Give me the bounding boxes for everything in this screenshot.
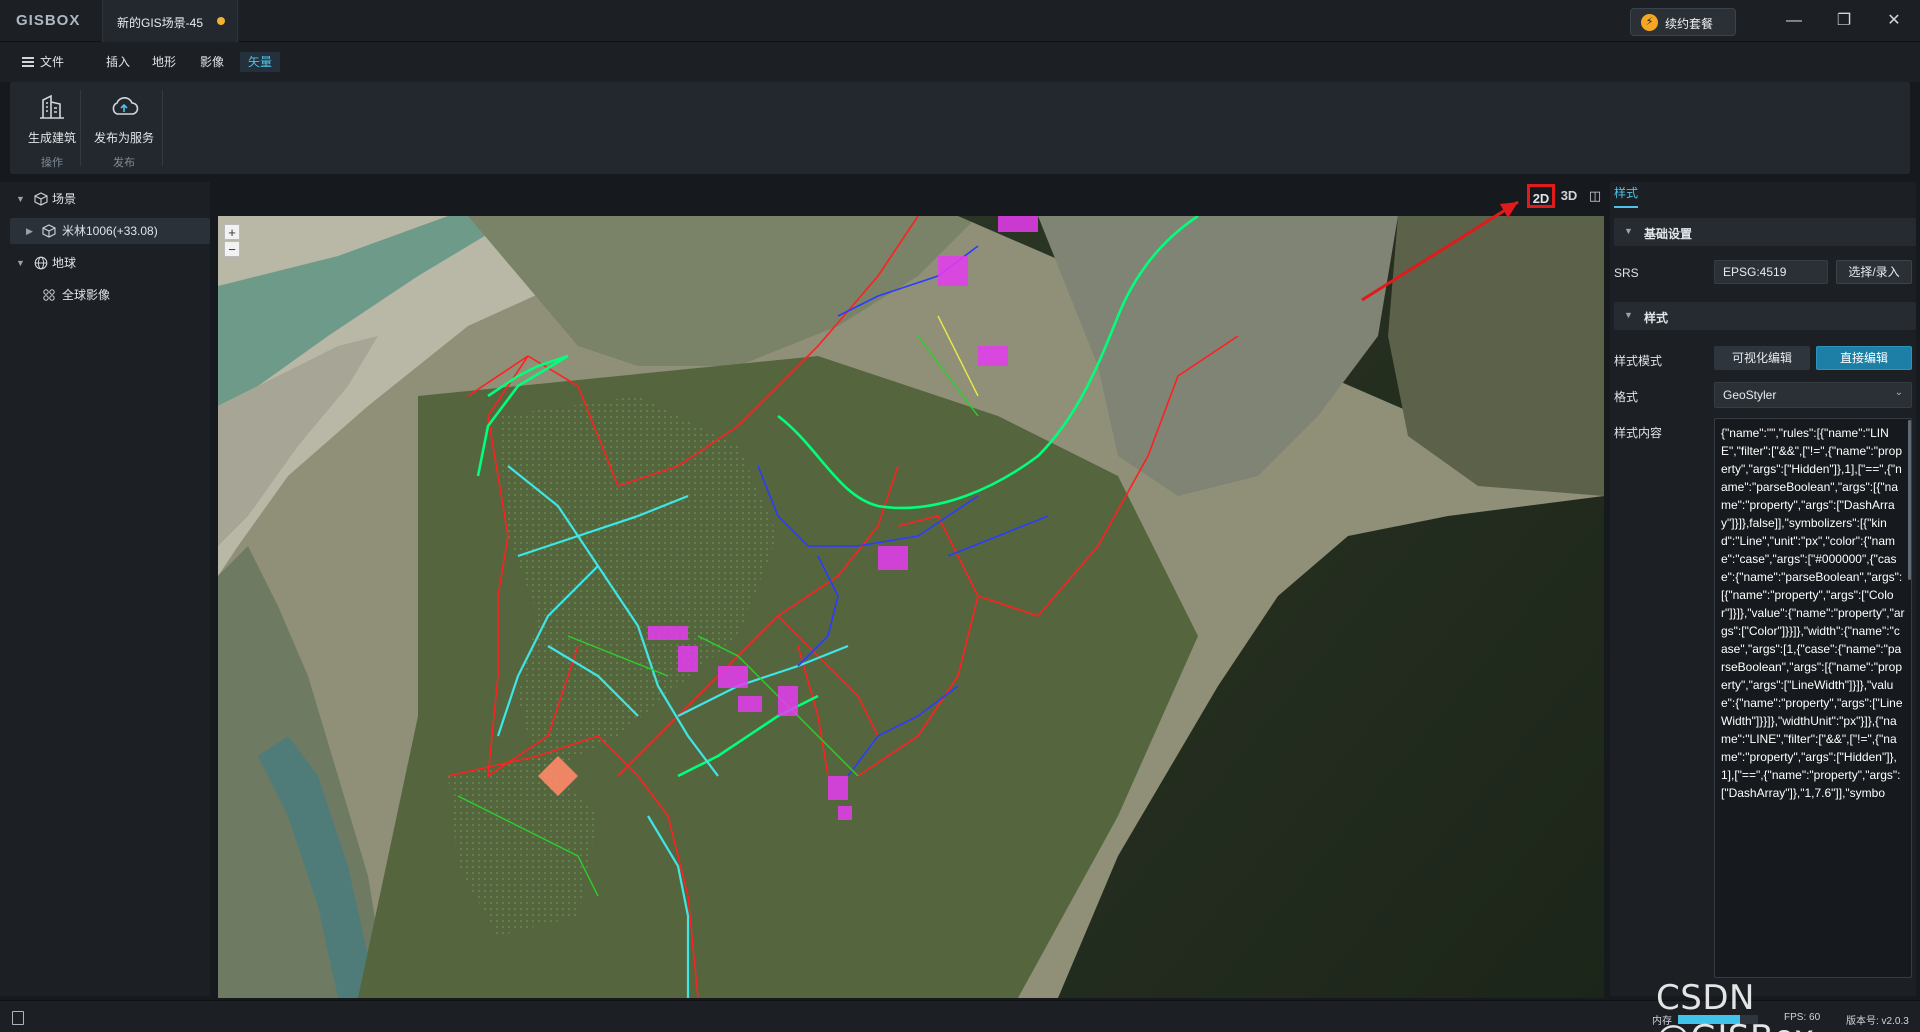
ribbon-divider <box>80 90 81 166</box>
expand-caret-icon[interactable]: ▶ <box>26 218 33 244</box>
expand-caret-icon[interactable]: ▼ <box>16 250 25 276</box>
select-srs-button[interactable]: 选择/录入 <box>1836 260 1912 284</box>
section-basic-settings[interactable]: ▼ 基础设置 <box>1614 218 1916 246</box>
view-split-button[interactable]: ◫ <box>1584 184 1606 208</box>
tree-node-earth[interactable]: ▼ 地球 <box>8 250 208 276</box>
publish-service-button[interactable]: 发布为服务 <box>90 88 158 148</box>
menu-bar: 文件 插入 地形 影像 矢量 <box>0 42 1920 82</box>
format-select-value: GeoStyler <box>1723 388 1777 402</box>
menu-insert[interactable]: 插入 <box>98 52 138 72</box>
menu-terrain[interactable]: 地形 <box>144 52 184 72</box>
title-bar: GISBOX 新的GIS场景-45 ⚡ 续约套餐 — ❐ ✕ <box>0 0 1920 42</box>
tab-style[interactable]: 样式 <box>1614 184 1639 208</box>
ribbon-toolbar: 生成建筑 操作 发布为服务 发布 <box>10 82 1910 174</box>
log-icon[interactable] <box>12 1011 24 1025</box>
generate-building-label: 生成建筑 <box>27 131 76 145</box>
document-tab-label: 新的GIS场景-45 <box>117 16 204 30</box>
menu-vector[interactable]: 矢量 <box>240 52 281 72</box>
srs-label: SRS <box>1614 266 1639 280</box>
close-button[interactable]: ✕ <box>1878 8 1910 34</box>
tree-node-global-imagery[interactable]: 全球影像 <box>8 282 208 308</box>
tree-label-imagery: 全球影像 <box>62 288 111 302</box>
zoom-in-button[interactable]: + <box>224 224 240 240</box>
style-panel: 样式 ▼ 基础设置 SRS EPSG:4519 选择/录入 ▼ 样式 样式模式 … <box>1610 182 1916 996</box>
minimize-button[interactable]: — <box>1778 8 1810 34</box>
tree-node-layer[interactable]: ▶ 米林1006(+33.08) <box>10 218 210 244</box>
zoom-out-button[interactable]: − <box>224 241 240 257</box>
map-canvas <box>218 216 1604 998</box>
view-2d-button[interactable]: 2D <box>1527 184 1555 208</box>
cloud-upload-icon <box>112 97 139 115</box>
cube-icon <box>34 192 48 206</box>
cube-icon <box>42 224 56 238</box>
renew-plan-button[interactable]: ⚡ 续约套餐 <box>1630 8 1736 36</box>
watermark-text: CSDN @GISBox <box>1656 978 1814 1032</box>
srs-field[interactable]: EPSG:4519 <box>1714 260 1828 284</box>
style-content-editor[interactable]: {"name":"","rules":[{"name":"LINE","filt… <box>1714 418 1912 978</box>
generate-building-button[interactable]: 生成建筑 <box>18 88 86 148</box>
style-mode-label: 样式模式 <box>1614 354 1663 368</box>
view-3d-button[interactable]: 3D <box>1558 184 1580 208</box>
section-style-label: 样式 <box>1644 311 1669 325</box>
ribbon-group-operate: 操作 <box>41 157 63 169</box>
collapse-caret-icon: ▼ <box>1624 310 1633 320</box>
unsaved-dot-icon <box>217 17 225 25</box>
section-style[interactable]: ▼ 样式 <box>1614 302 1916 330</box>
menu-file[interactable]: 文件 <box>32 52 72 72</box>
ribbon-divider <box>162 90 163 166</box>
restore-button[interactable]: ❐ <box>1828 8 1860 34</box>
building-icon <box>40 94 64 119</box>
collapse-caret-icon: ▼ <box>1624 226 1633 236</box>
renew-plan-label: 续约套餐 <box>1665 17 1714 31</box>
app-logo: GISBOX <box>16 12 81 29</box>
format-label: 格式 <box>1614 390 1639 404</box>
visual-edit-button[interactable]: 可视化编辑 <box>1714 346 1810 370</box>
tree-label-scene: 场景 <box>52 192 77 206</box>
publish-service-label: 发布为服务 <box>93 131 154 145</box>
globe-icon <box>34 256 48 270</box>
format-select[interactable]: GeoStyler ⌄ <box>1714 382 1912 408</box>
tree-node-scene[interactable]: ▼ 场景 <box>8 186 208 212</box>
tree-label-earth: 地球 <box>52 256 77 270</box>
imagery-icon <box>43 289 55 301</box>
menu-imagery[interactable]: 影像 <box>192 52 232 72</box>
chevron-down-icon: ⌄ <box>1894 387 1903 398</box>
map-viewport[interactable]: + − <box>218 216 1604 998</box>
tree-label-layer: 米林1006(+33.08) <box>62 224 158 238</box>
style-content-label: 样式内容 <box>1614 426 1663 440</box>
ribbon-group-publish: 发布 <box>113 157 135 169</box>
lightning-icon: ⚡ <box>1641 14 1658 31</box>
direct-edit-button[interactable]: 直接编辑 <box>1816 346 1912 370</box>
expand-caret-icon[interactable]: ▼ <box>16 186 25 212</box>
document-tab[interactable]: 新的GIS场景-45 <box>102 0 238 42</box>
annotation-arrow <box>1361 200 1519 302</box>
editor-scrollbar[interactable] <box>1908 420 1911 580</box>
status-bar: 内存 FPS: 60 版本号: v2.0.3 <box>0 1000 1920 1032</box>
scene-tree-panel: ▼ 场景 ▶ 米林1006(+33.08) ▼ 地球 全球影像 <box>0 182 210 996</box>
section-basic-label: 基础设置 <box>1644 227 1693 241</box>
